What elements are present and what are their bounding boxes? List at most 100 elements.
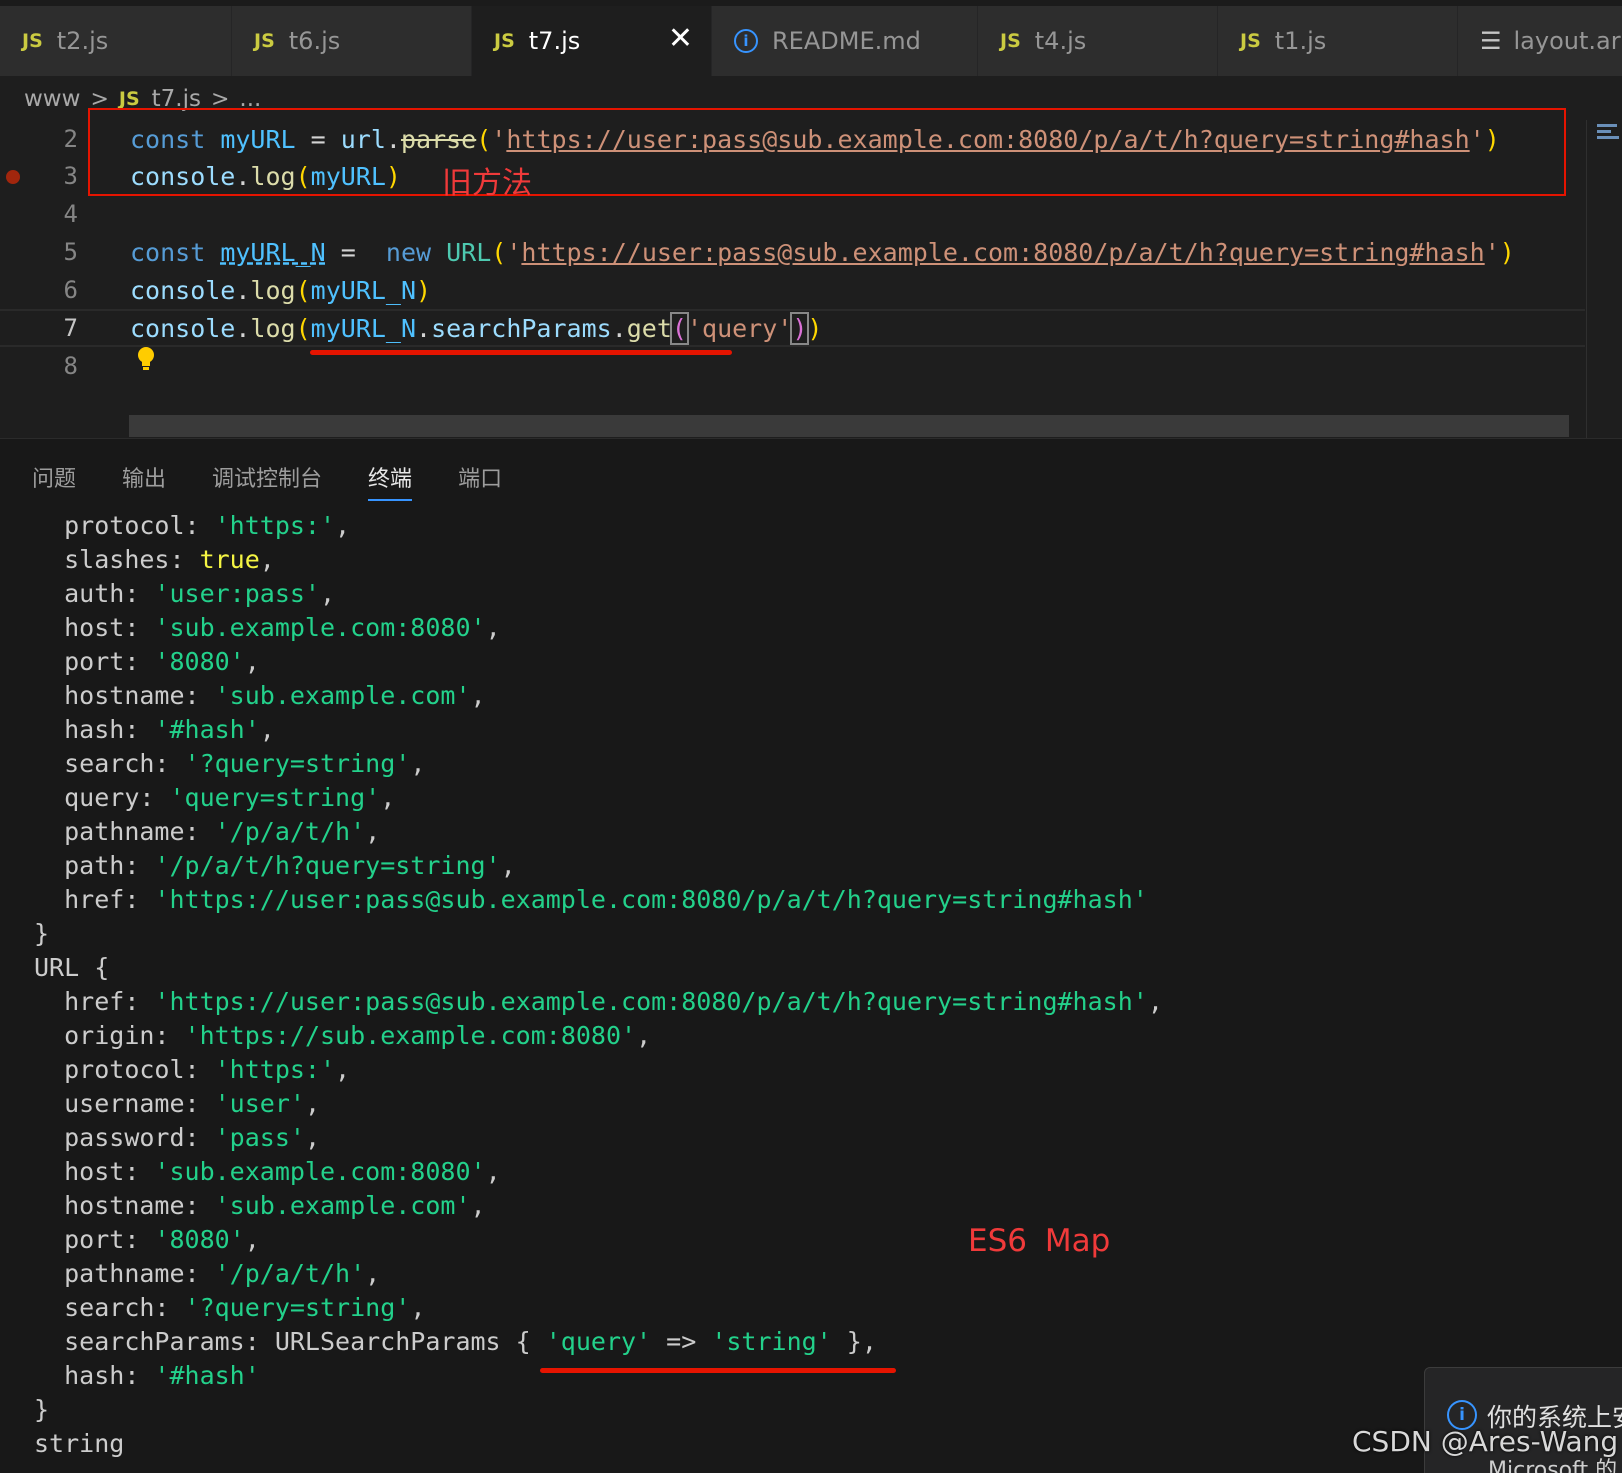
tab-layout[interactable]: ☰ layout.ar	[1458, 6, 1622, 76]
terminal-indent	[34, 1123, 64, 1152]
terminal-mid: =>	[651, 1327, 712, 1356]
terminal-tail: ,	[410, 1293, 426, 1322]
tab-label: t6.js	[288, 27, 341, 55]
terminal-indent	[34, 1089, 64, 1118]
terminal-tail: ,	[365, 817, 381, 846]
tab-t7-js[interactable]: JS t7.js ✕	[472, 6, 712, 76]
terminal-key: slashes:	[64, 545, 200, 574]
terminal-indent	[34, 715, 64, 744]
close-icon[interactable]: ✕	[668, 22, 693, 56]
terminal-line: query: 'query=string',	[34, 781, 1163, 815]
terminal-key: hostname:	[64, 681, 215, 710]
text-file-icon: ☰	[1480, 27, 1502, 55]
terminal-val: '#hash'	[154, 1361, 260, 1390]
breadcrumb-folder[interactable]: www	[24, 86, 80, 112]
terminal-tail: ,	[485, 1157, 501, 1186]
breakpoint-icon[interactable]	[6, 170, 20, 184]
line-number: 7	[63, 314, 78, 342]
tab-ports[interactable]: 端口	[458, 461, 502, 501]
notification-source: Microsoft 的	[1488, 1458, 1618, 1473]
code-text: console.log(myURL_N)	[130, 275, 432, 305]
tab-t4-js[interactable]: JS t4.js	[978, 6, 1218, 76]
terminal-line: port: '8080',	[34, 645, 1163, 679]
terminal-line: protocol: 'https:',	[34, 509, 1163, 543]
lightbulb-icon[interactable]	[136, 346, 156, 372]
js-file-icon: JS	[22, 30, 43, 52]
terminal-indent	[34, 1021, 64, 1050]
horizontal-scrollbar[interactable]	[129, 415, 1569, 437]
annotation-underline	[540, 1368, 896, 1373]
line-number: 4	[63, 200, 78, 228]
tab-problems[interactable]: 问题	[32, 461, 76, 501]
tab-terminal[interactable]: 终端	[368, 461, 413, 501]
terminal-val: '#hash'	[154, 715, 260, 744]
code-line[interactable]: 6 console.log(myURL_N)	[0, 271, 1585, 309]
terminal-indent	[34, 613, 64, 642]
terminal-indent	[34, 817, 64, 846]
terminal-key: username:	[64, 1089, 215, 1118]
terminal-kw: true	[199, 545, 260, 574]
tab-label: README.md	[772, 27, 921, 55]
terminal-indent	[34, 987, 64, 1016]
terminal-line: host: 'sub.example.com:8080',	[34, 1155, 1163, 1189]
tab-debug-console[interactable]: 调试控制台	[212, 461, 322, 501]
terminal-indent	[34, 1225, 64, 1254]
tab-readme-md[interactable]: i README.md	[712, 6, 978, 76]
terminal-output[interactable]: protocol: 'https:', slashes: true, auth:…	[34, 509, 1163, 1461]
code-text: const myURL_N = new URL('https://user:pa…	[130, 237, 1515, 267]
code-text: const myURL = url.parse('https://user:pa…	[130, 124, 1500, 154]
terminal-indent	[34, 511, 64, 540]
terminal-line: string	[34, 1427, 1163, 1461]
minimap-line	[1597, 136, 1619, 139]
code-line[interactable]: 4	[0, 195, 1585, 233]
terminal-key: origin:	[64, 1021, 185, 1050]
line-number: 6	[63, 276, 78, 304]
terminal-tail: ,	[304, 1123, 320, 1152]
terminal-line: }	[34, 917, 1163, 951]
minimap-line	[1597, 124, 1617, 127]
code-line[interactable]: 8	[0, 347, 1585, 385]
terminal-key: hash:	[64, 1361, 155, 1390]
terminal-val: 'https://user:pass@sub.example.com:8080/…	[154, 987, 1148, 1016]
terminal-line: protocol: 'https:',	[34, 1053, 1163, 1087]
terminal-val: 'query'	[545, 1327, 652, 1356]
terminal-tail: ,	[380, 783, 396, 812]
terminal-indent	[34, 545, 64, 574]
terminal-line: href: 'https://user:pass@sub.example.com…	[34, 985, 1163, 1019]
terminal-val: '/p/a/t/h?query=string'	[154, 851, 501, 880]
terminal-tail: ,	[470, 681, 486, 710]
terminal-val: 'query=string'	[169, 783, 381, 812]
terminal-line: auth: 'user:pass',	[34, 577, 1163, 611]
terminal-tail: ,	[500, 851, 516, 880]
js-file-icon: JS	[118, 88, 140, 110]
terminal-indent	[34, 647, 64, 676]
terminal-line: }	[34, 1393, 1163, 1427]
code-line-current[interactable]: 7 console.log(myURL_N.searchParams.get('…	[0, 309, 1585, 347]
line-number: 5	[63, 238, 78, 266]
code-line[interactable]: 3 console.log(myURL)	[0, 157, 1585, 195]
terminal-line: hostname: 'sub.example.com',	[34, 679, 1163, 713]
terminal-tail: ,	[335, 1055, 351, 1084]
tab-t6-js[interactable]: JS t6.js	[232, 6, 472, 76]
js-file-icon: JS	[1240, 30, 1261, 52]
terminal-key: search:	[64, 749, 185, 778]
tab-t1-js[interactable]: JS t1.js	[1218, 6, 1458, 76]
tab-output[interactable]: 输出	[122, 461, 166, 501]
terminal-key: hash:	[64, 715, 155, 744]
code-line[interactable]: 2 const myURL = url.parse('https://user:…	[0, 120, 1585, 158]
terminal-indent	[34, 579, 64, 608]
terminal-key: host:	[64, 613, 155, 642]
code-editor[interactable]: 2 const myURL = url.parse('https://user:…	[0, 108, 1622, 438]
code-text: console.log(myURL)	[130, 161, 401, 191]
terminal-line: origin: 'https://sub.example.com:8080',	[34, 1019, 1163, 1053]
minimap[interactable]	[1586, 120, 1622, 438]
terminal-val: '8080'	[154, 1225, 245, 1254]
terminal-tail: ,	[365, 1259, 381, 1288]
terminal-line: hash: '#hash'	[34, 1359, 1163, 1393]
tab-t2-js[interactable]: JS t2.js	[0, 6, 232, 76]
terminal-line: password: 'pass',	[34, 1121, 1163, 1155]
terminal-tail: ,	[244, 1225, 260, 1254]
code-line[interactable]: 5 const myURL_N = new URL('https://user:…	[0, 233, 1585, 271]
terminal-key: searchParams: URLSearchParams {	[64, 1327, 546, 1356]
js-file-icon: JS	[254, 30, 275, 52]
